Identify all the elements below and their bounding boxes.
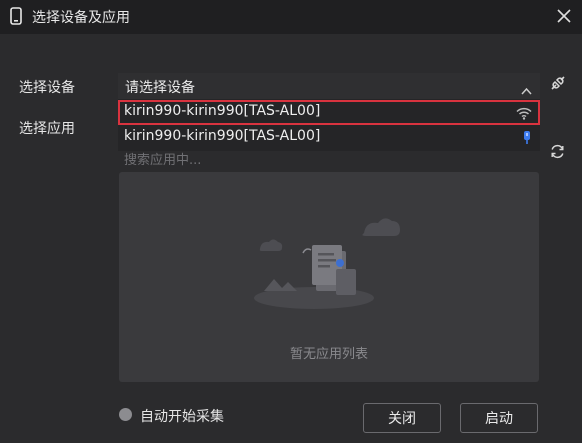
- close-icon: [557, 9, 571, 23]
- title-bar: 选择设备及应用: [0, 0, 582, 34]
- refresh-button[interactable]: [549, 143, 569, 163]
- device-label: 选择设备: [19, 80, 75, 96]
- wifi-icon: [516, 105, 532, 124]
- window-title: 选择设备及应用: [32, 10, 130, 26]
- device-option-name: kirin990-kirin990[TAS-AL00]: [124, 103, 321, 119]
- empty-state-text: 暂无应用列表: [289, 347, 368, 362]
- app-search-input[interactable]: 搜索应用中...: [124, 149, 201, 168]
- device-select[interactable]: 请选择设备: [118, 73, 540, 99]
- device-select-placeholder: 请选择设备: [125, 80, 195, 96]
- close-button[interactable]: [552, 4, 576, 28]
- device-option-wifi[interactable]: kirin990-kirin990[TAS-AL00]: [118, 100, 540, 125]
- device-option-usb[interactable]: kirin990-kirin990[TAS-AL00]: [118, 125, 540, 150]
- chevron-up-icon: [521, 80, 532, 99]
- close-dialog-button[interactable]: 关闭: [363, 403, 441, 433]
- usb-icon: [522, 130, 532, 149]
- connect-device-button[interactable]: [549, 74, 569, 94]
- refresh-icon: [551, 144, 564, 159]
- device-dropdown-list: kirin990-kirin990[TAS-AL00] kirin990-kir…: [118, 99, 540, 151]
- empty-documents-icon: [254, 218, 400, 309]
- phone-icon: [10, 7, 22, 29]
- device-option-name: kirin990-kirin990[TAS-AL00]: [124, 128, 321, 144]
- auto-start-radio[interactable]: [119, 408, 132, 421]
- auto-start-label[interactable]: 自动开始采集: [140, 406, 224, 426]
- app-label: 选择应用: [19, 121, 75, 137]
- connect-icon: [551, 76, 565, 90]
- start-button[interactable]: 启动: [460, 403, 538, 433]
